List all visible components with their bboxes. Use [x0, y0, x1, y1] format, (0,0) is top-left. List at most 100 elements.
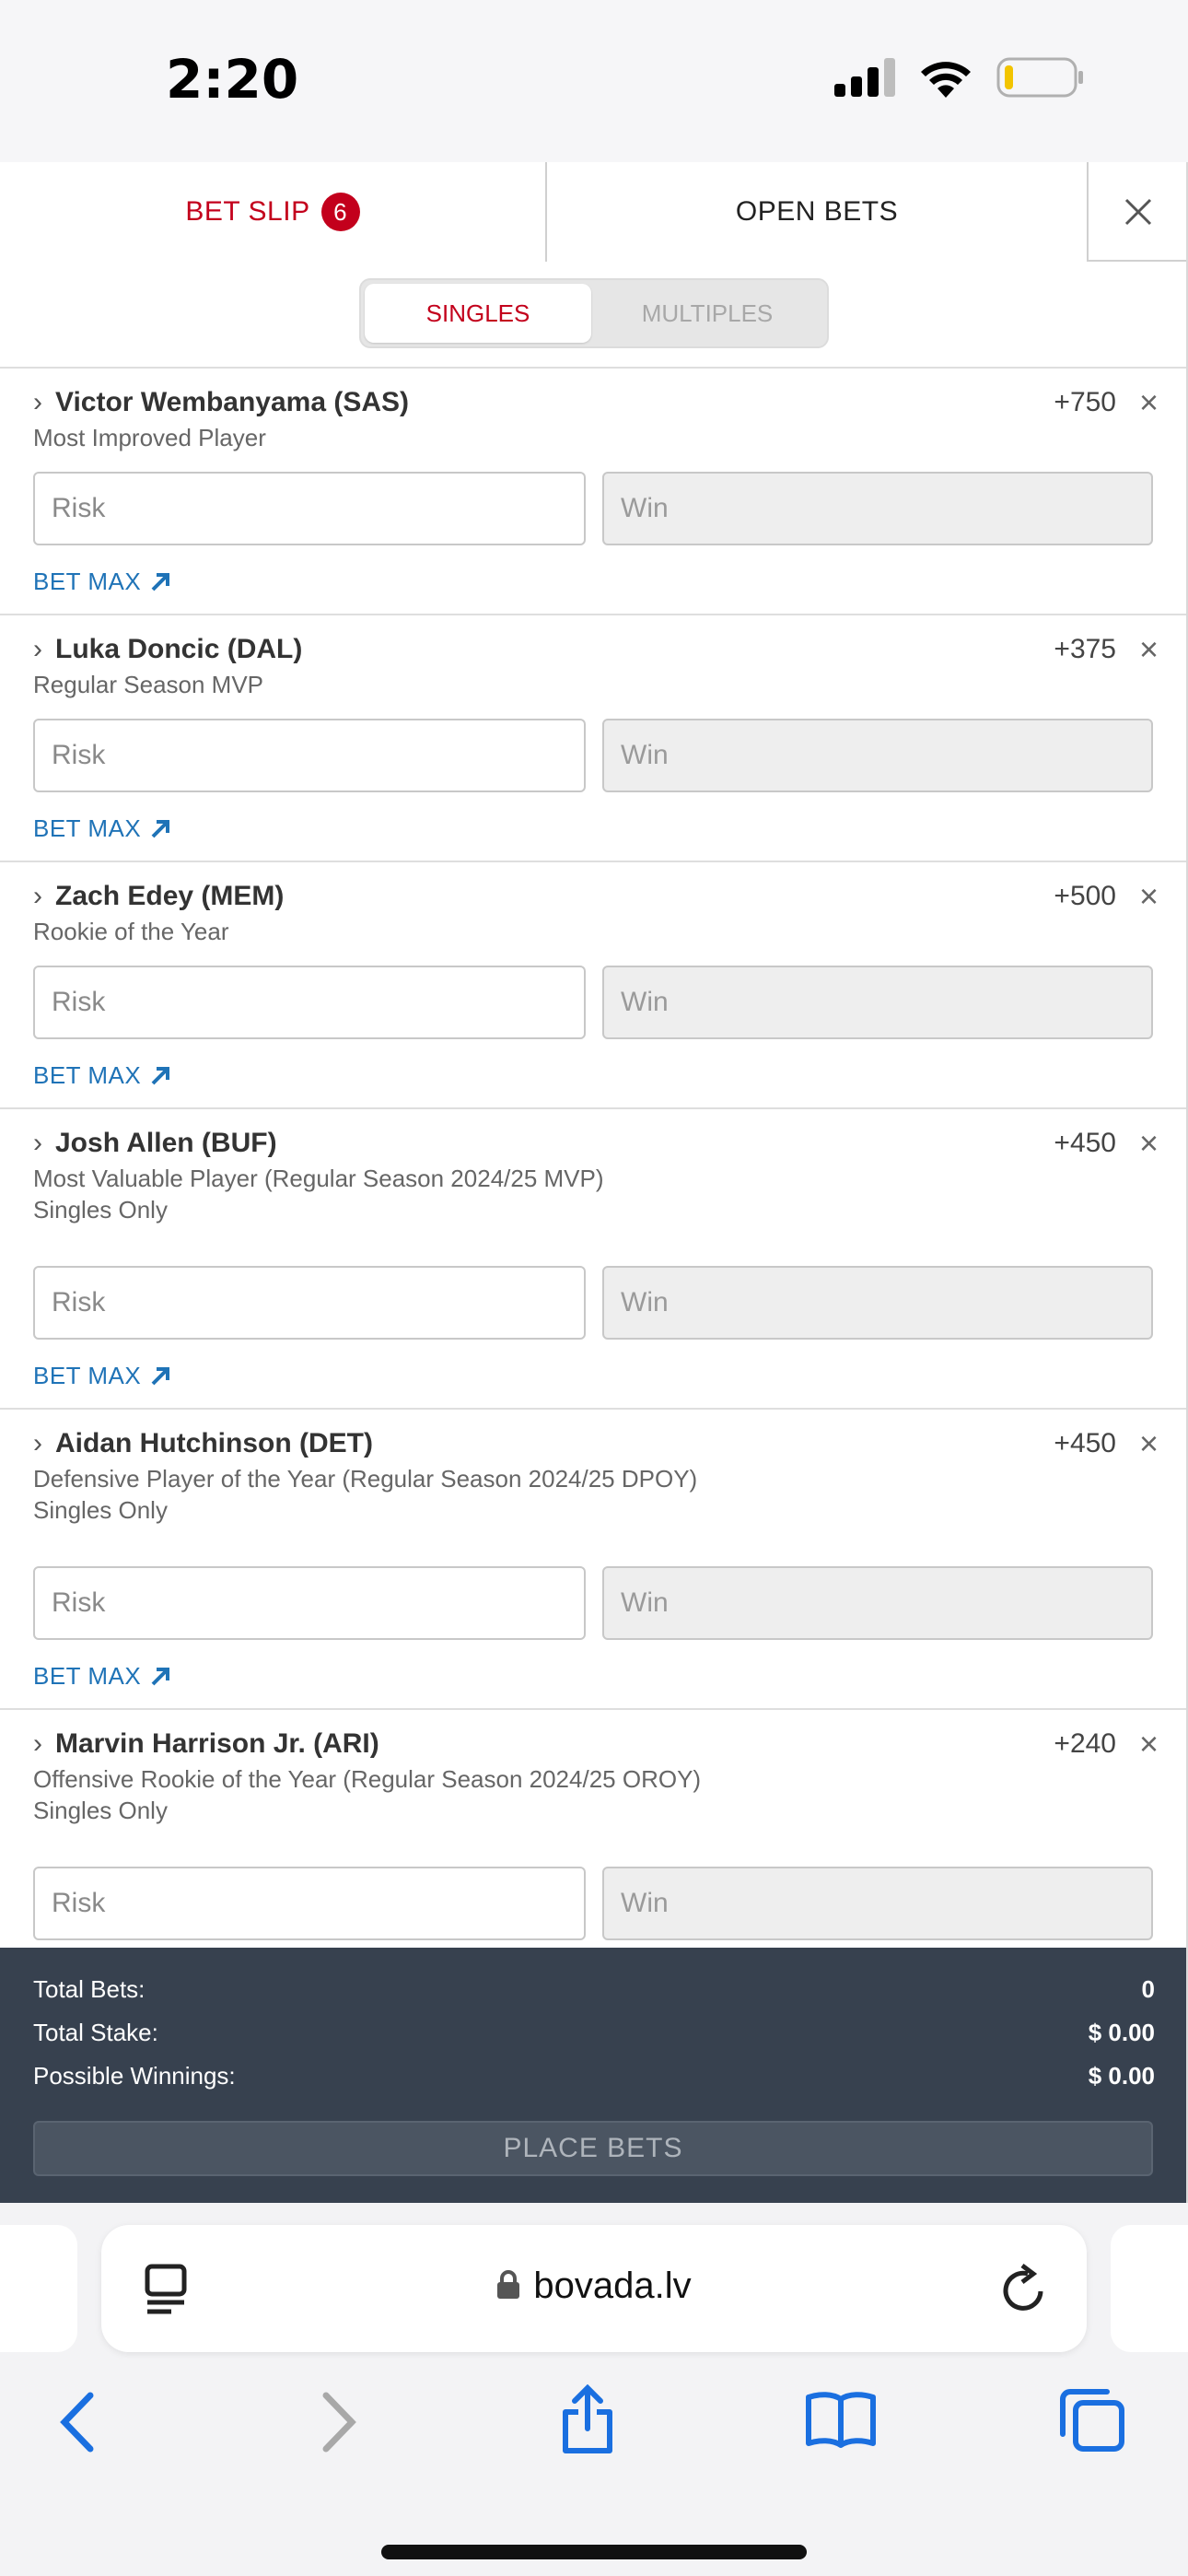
bet-expand-toggle[interactable]: › Josh Allen (BUF): [33, 1128, 277, 1159]
tab-open-bets-label: OPEN BETS: [735, 196, 899, 227]
tab-bet-slip[interactable]: BET SLIP 6: [0, 162, 545, 262]
previous-tab-card[interactable]: [0, 2225, 77, 2352]
bet-selection-name: Luka Doncic (DAL): [55, 634, 303, 664]
bet-expand-toggle[interactable]: › Victor Wembanyama (SAS): [33, 387, 409, 418]
bet-slip-tabs: BET SLIP 6 OPEN BETS: [0, 162, 1186, 262]
risk-input[interactable]: Risk: [33, 472, 586, 545]
risk-input[interactable]: Risk: [33, 1266, 586, 1340]
status-time: 2:20: [166, 48, 299, 111]
total-bets-row: Total Bets: 0: [33, 1975, 1155, 2004]
win-input[interactable]: Win: [602, 472, 1153, 545]
bet-item: › Victor Wembanyama (SAS) Most Improved …: [0, 369, 1186, 615]
win-input[interactable]: Win: [602, 1266, 1153, 1340]
forward-icon[interactable]: [315, 2392, 361, 2453]
next-tab-card[interactable]: [1111, 2225, 1188, 2352]
singles-toggle[interactable]: SINGLES: [365, 284, 591, 343]
bet-max-link[interactable]: BET MAX: [33, 1061, 172, 1090]
possible-winnings-value: $ 0.00: [1088, 2062, 1155, 2090]
bet-item: › Aidan Hutchinson (DET) Defensive Playe…: [0, 1410, 1186, 1710]
status-bar: 2:20: [0, 0, 1188, 162]
risk-input[interactable]: Risk: [33, 966, 586, 1039]
home-indicator: [381, 2545, 807, 2559]
lock-icon: [497, 2270, 520, 2299]
total-stake-value: $ 0.00: [1088, 2019, 1155, 2046]
total-bets-label: Total Bets:: [33, 1975, 146, 2003]
multiples-toggle[interactable]: MULTIPLES: [591, 284, 823, 343]
bet-max-label: BET MAX: [33, 1662, 142, 1690]
bet-max-link[interactable]: BET MAX: [33, 1662, 172, 1691]
chevron-right-icon: ›: [33, 1728, 42, 1759]
possible-winnings-row: Possible Winnings: $ 0.00: [33, 2062, 1155, 2090]
bet-market: Regular Season MVP: [33, 669, 263, 700]
bookmarks-icon[interactable]: [805, 2390, 877, 2449]
win-input[interactable]: Win: [602, 719, 1153, 792]
total-bets-value: 0: [1141, 1975, 1155, 2003]
win-input[interactable]: Win: [602, 966, 1153, 1039]
close-bet-slip-button[interactable]: [1089, 162, 1186, 262]
remove-bet-button[interactable]: ×: [1139, 877, 1159, 916]
arrow-up-right-icon: [151, 1066, 170, 1084]
bet-max-link[interactable]: BET MAX: [33, 568, 172, 596]
bet-restriction-note: Singles Only: [33, 1196, 168, 1224]
chevron-right-icon: ›: [33, 387, 42, 417]
remove-bet-button[interactable]: ×: [1139, 1725, 1159, 1763]
bet-market: Most Valuable Player (Regular Season 202…: [33, 1163, 604, 1225]
chevron-right-icon: ›: [33, 1428, 42, 1458]
address-bar[interactable]: bovada.lv: [101, 2225, 1087, 2352]
bet-expand-toggle[interactable]: › Luka Doncic (DAL): [33, 634, 302, 665]
close-icon: [1124, 198, 1152, 226]
url-text: bovada.lv: [533, 2266, 692, 2306]
bet-item: › Zach Edey (MEM) Rookie of the Year +50…: [0, 862, 1186, 1109]
tab-bet-slip-label: BET SLIP: [185, 196, 310, 227]
risk-input[interactable]: Risk: [33, 1867, 586, 1940]
bet-max-label: BET MAX: [33, 1362, 142, 1389]
status-icons: [834, 57, 1085, 98]
bet-expand-toggle[interactable]: › Aidan Hutchinson (DET): [33, 1428, 373, 1459]
bet-item: › Josh Allen (BUF) Most Valuable Player …: [0, 1109, 1186, 1410]
remove-bet-button[interactable]: ×: [1139, 383, 1159, 422]
risk-input[interactable]: Risk: [33, 1566, 586, 1640]
bet-market: Most Improved Player: [33, 422, 266, 453]
remove-bet-button[interactable]: ×: [1139, 630, 1159, 669]
bet-max-link[interactable]: BET MAX: [33, 814, 172, 843]
bet-market-name: Most Valuable Player (Regular Season 202…: [33, 1165, 604, 1192]
total-stake-label: Total Stake:: [33, 2019, 158, 2046]
bet-market-name: Most Improved Player: [33, 424, 266, 451]
bet-selection-name: Victor Wembanyama (SAS): [55, 387, 410, 417]
place-bets-button[interactable]: PLACE BETS: [33, 2121, 1153, 2176]
bet-slip-panel: BET SLIP 6 OPEN BETS SINGLES MULTIPLES ›…: [0, 162, 1188, 2203]
bet-max-link[interactable]: BET MAX: [33, 1362, 172, 1390]
battery-low-icon: [996, 57, 1083, 98]
bet-expand-toggle[interactable]: › Zach Edey (MEM): [33, 881, 284, 912]
bet-market: Offensive Rookie of the Year (Regular Se…: [33, 1763, 701, 1826]
back-icon[interactable]: [55, 2392, 101, 2453]
cellular-signal-icon: [834, 58, 895, 97]
chevron-right-icon: ›: [33, 634, 42, 664]
bet-market: Rookie of the Year: [33, 916, 229, 947]
win-input[interactable]: Win: [602, 1867, 1153, 1940]
bet-odds: +240: [1054, 1728, 1116, 1759]
bet-selection-name: Marvin Harrison Jr. (ARI): [55, 1728, 379, 1759]
arrow-up-right-icon: [151, 572, 170, 591]
bet-restriction-note: Singles Only: [33, 1797, 168, 1824]
remove-bet-button[interactable]: ×: [1139, 1124, 1159, 1163]
url-display[interactable]: bovada.lv: [101, 2266, 1087, 2307]
possible-winnings-label: Possible Winnings:: [33, 2062, 236, 2090]
total-stake-row: Total Stake: $ 0.00: [33, 2019, 1155, 2047]
bet-summary-panel: Total Bets: 0 Total Stake: $ 0.00 Possib…: [0, 1948, 1186, 2203]
win-input[interactable]: Win: [602, 1566, 1153, 1640]
bet-restriction-note: Singles Only: [33, 1496, 168, 1524]
share-icon[interactable]: [558, 2384, 617, 2454]
remove-bet-button[interactable]: ×: [1139, 1424, 1159, 1463]
reload-icon[interactable]: [1000, 2264, 1048, 2315]
bet-expand-toggle[interactable]: › Marvin Harrison Jr. (ARI): [33, 1728, 379, 1760]
tab-open-bets[interactable]: OPEN BETS: [545, 162, 1089, 262]
bet-odds: +450: [1054, 1128, 1116, 1158]
bet-selection-name: Aidan Hutchinson (DET): [55, 1428, 373, 1458]
bet-max-label: BET MAX: [33, 568, 142, 595]
risk-input[interactable]: Risk: [33, 719, 586, 792]
bet-market-name: Regular Season MVP: [33, 671, 264, 698]
tabs-icon[interactable]: [1059, 2388, 1125, 2453]
bet-odds: +750: [1054, 387, 1116, 417]
wifi-icon: [921, 62, 971, 98]
